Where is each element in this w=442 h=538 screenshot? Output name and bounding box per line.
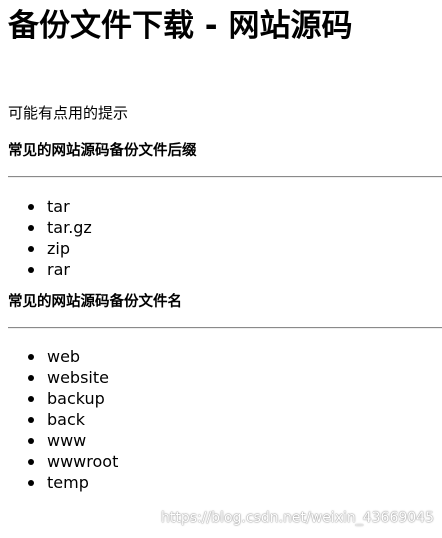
list-item: back: [28, 409, 442, 430]
divider: [8, 176, 442, 178]
list-item: rar: [28, 259, 442, 280]
hint-text: 可能有点用的提示: [8, 104, 129, 122]
section-heading-filenames: 常见的网站源码备份文件名: [8, 294, 182, 310]
section-heading-suffixes: 常见的网站源码备份文件后缀: [8, 143, 197, 159]
list-item: zip: [28, 238, 442, 259]
list-item: tar: [28, 196, 442, 217]
filename-list: web website backup back www wwwroot temp: [8, 346, 442, 493]
list-item: wwwroot: [28, 451, 442, 472]
list-item: temp: [28, 472, 442, 493]
page-content: 备份文件下载 - 网站源码 可能有点用的提示 常见的网站源码备份文件后缀 tar…: [0, 8, 442, 538]
list-item: www: [28, 430, 442, 451]
watermark: https://blog.csdn.net/weixin_43669045: [160, 510, 434, 526]
divider: [8, 327, 442, 329]
suffix-list: tar tar.gz zip rar: [8, 196, 442, 280]
list-item: tar.gz: [28, 217, 442, 238]
list-item: website: [28, 367, 442, 388]
page-title: 备份文件下载 - 网站源码: [8, 8, 353, 44]
list-item: backup: [28, 388, 442, 409]
list-item: web: [28, 346, 442, 367]
